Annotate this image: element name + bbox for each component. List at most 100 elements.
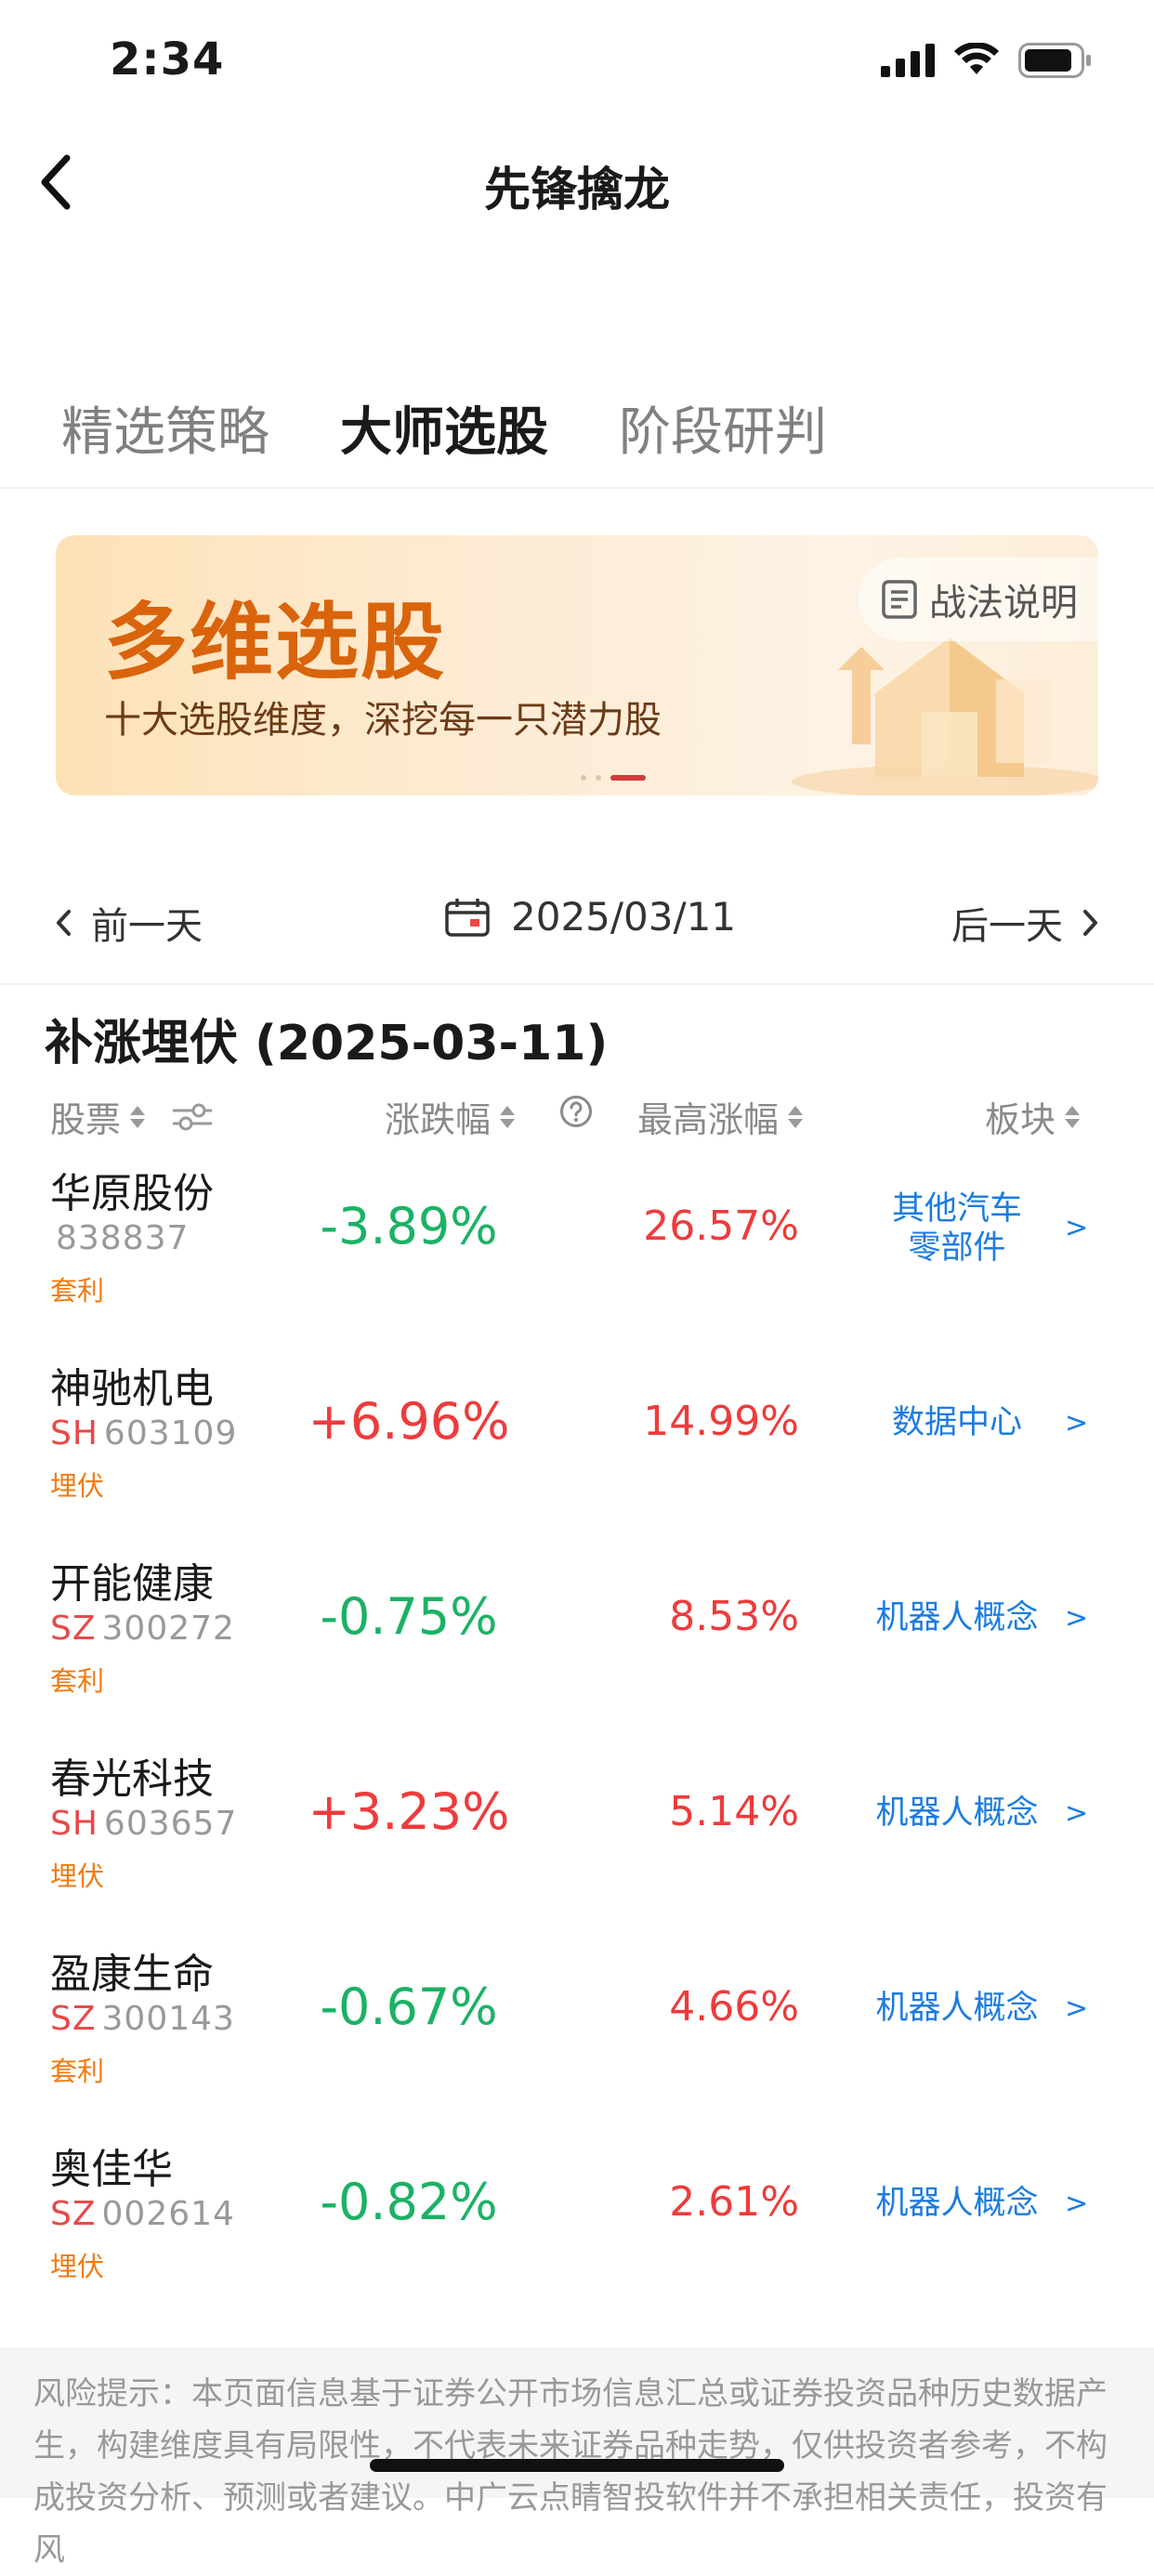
- exchange-label: SH: [50, 1805, 98, 1843]
- chevron-right-icon: >: [1065, 1602, 1089, 1635]
- sector-link[interactable]: 其他汽车 零部件: [846, 1189, 1069, 1268]
- table-row[interactable]: 春光科技 SH 603657 埋伏 +3.23% 5.14% 机器人概念 >: [0, 1745, 1154, 1940]
- strategy-tabs: 精选策略 大师选股 阶段研判: [61, 390, 827, 466]
- code-value: 300272: [101, 1610, 235, 1648]
- stock-code: SH 603109: [50, 1414, 237, 1452]
- header-change[interactable]: 涨跌幅: [385, 1091, 516, 1142]
- previous-day-label: 前一天: [91, 905, 203, 948]
- page-dot-active: [610, 775, 646, 781]
- stock-code: SZ 002614: [50, 2195, 235, 2233]
- header-sector-label: 板块: [985, 1099, 1056, 1140]
- max-gain-value: 4.66%: [669, 1983, 799, 2031]
- strategy-tag: 套利: [50, 1275, 105, 1307]
- sector-line: 机器人概念: [875, 1794, 1039, 1832]
- max-gain-value: 5.14%: [669, 1788, 799, 1835]
- table-row[interactable]: 盈康生命 SZ 300143 套利 -0.67% 4.66% 机器人概念 >: [0, 1940, 1154, 2136]
- date-divider: [0, 983, 1154, 985]
- status-icons: [881, 43, 1093, 78]
- tab-featured-strategy[interactable]: 精选策略: [61, 390, 269, 466]
- strategy-tag: 埋伏: [50, 1860, 105, 1892]
- header-max-gain-label: 最高涨幅: [637, 1099, 780, 1140]
- calendar-icon: [445, 898, 490, 937]
- chevron-right-icon: >: [1065, 1992, 1089, 2025]
- stock-code: SZ 300272: [50, 1610, 235, 1648]
- sector-line: 机器人概念: [875, 2185, 1039, 2222]
- page-dot: [581, 775, 586, 781]
- sector-line: 数据中心: [891, 1404, 1022, 1441]
- chevron-left-icon: [57, 910, 71, 936]
- exchange-label: SH: [50, 1414, 98, 1452]
- max-gain-value: 8.53%: [669, 1593, 799, 1640]
- next-day-label: 后一天: [951, 905, 1063, 948]
- sector-line: 机器人概念: [875, 1990, 1039, 2027]
- sort-icon: [130, 1105, 146, 1128]
- sector-line: 其他汽车: [891, 1190, 1022, 1228]
- previous-day-button[interactable]: 前一天: [54, 896, 203, 950]
- change-value: -0.82%: [320, 2173, 498, 2231]
- code-value: 838837: [56, 1219, 190, 1257]
- chevron-right-icon: >: [1065, 2188, 1089, 2220]
- change-value: -3.89%: [320, 1197, 498, 1255]
- help-circle-icon[interactable]: [559, 1095, 593, 1128]
- stock-name: 开能健康: [50, 1560, 214, 1608]
- home-indicator[interactable]: [370, 2459, 784, 2472]
- sector-link[interactable]: 数据中心: [846, 1403, 1069, 1442]
- sector-link[interactable]: 机器人概念: [846, 2184, 1069, 2223]
- strategy-help-label: 战法说明: [929, 582, 1078, 624]
- sector-link[interactable]: 机器人概念: [846, 1794, 1069, 1833]
- stock-name: 神驰机电: [50, 1365, 214, 1413]
- chevron-right-icon: >: [1065, 1797, 1089, 1830]
- tab-master-picks[interactable]: 大师选股: [340, 390, 548, 466]
- sector-line: 机器人概念: [875, 1599, 1039, 1636]
- banner-subtitle: 十大选股维度，深挖每一只潜力股: [104, 699, 662, 742]
- change-value: +6.96%: [308, 1392, 510, 1451]
- table-row[interactable]: 奥佳华 SZ 002614 埋伏 -0.82% 2.61% 机器人概念 >: [0, 2136, 1154, 2331]
- stock-name: 华原股份: [50, 1170, 214, 1217]
- promo-banner[interactable]: 多维选股 十大选股维度，深挖每一只潜力股 战法说明: [56, 535, 1098, 795]
- code-value: 603657: [103, 1805, 238, 1843]
- tab-stage-analysis[interactable]: 阶段研判: [619, 390, 827, 466]
- code-value: 300143: [101, 2000, 235, 2038]
- change-value: +3.23%: [308, 1782, 510, 1841]
- page-dot: [596, 775, 601, 781]
- banner-pagination: [581, 775, 646, 781]
- stock-code: SH 603657: [50, 1805, 237, 1843]
- chevron-right-icon: [1083, 910, 1097, 936]
- stock-name: 奥佳华: [50, 2146, 173, 2193]
- table-row[interactable]: 开能健康 SZ 300272 套利 -0.75% 8.53% 机器人概念 >: [0, 1550, 1154, 1745]
- strategy-tag: 套利: [50, 2056, 105, 2087]
- strategy-help-button[interactable]: 战法说明: [859, 558, 1098, 641]
- header-stock-label: 股票: [50, 1099, 122, 1140]
- section-title: 补涨埋伏 (2025-03-11): [45, 1016, 609, 1071]
- filter-icon[interactable]: [171, 1102, 214, 1132]
- table-row[interactable]: 华原股份 838837 套利 -3.89% 26.57% 其他汽车 零部件 >: [0, 1160, 1154, 1355]
- sector-link[interactable]: 机器人概念: [846, 1598, 1069, 1637]
- stock-name: 春光科技: [50, 1755, 214, 1803]
- sort-icon: [1065, 1105, 1081, 1128]
- table-row[interactable]: 神驰机电 SH 603109 埋伏 +6.96% 14.99% 数据中心 >: [0, 1355, 1154, 1550]
- strategy-tag: 套利: [50, 1665, 105, 1697]
- header-max-gain[interactable]: 最高涨幅: [637, 1091, 804, 1142]
- next-day-button[interactable]: 后一天: [951, 896, 1100, 950]
- sort-icon: [788, 1105, 804, 1128]
- document-icon: [882, 580, 917, 619]
- chevron-right-icon: >: [1065, 1407, 1089, 1439]
- exchange-label: SZ: [50, 1610, 97, 1648]
- strategy-tag: 埋伏: [50, 2251, 105, 2282]
- exchange-label: SZ: [50, 2195, 97, 2233]
- exchange-label: SZ: [50, 2000, 97, 2038]
- battery-icon: [1018, 43, 1091, 78]
- change-value: -0.75%: [320, 1587, 498, 1646]
- sort-icon: [500, 1105, 516, 1128]
- stock-code: SZ 300143: [50, 2000, 235, 2038]
- sector-link[interactable]: 机器人概念: [846, 1989, 1069, 2028]
- risk-notice: 风险提示：本页面信息基于证券公开市场信息汇总或证券投资品种历史数据产生，构建维度…: [0, 2347, 1154, 2569]
- stock-code: 838837: [50, 1219, 189, 1257]
- code-value: 603109: [103, 1414, 238, 1452]
- current-date: 2025/03/11: [511, 894, 737, 940]
- stock-name: 盈康生命: [50, 1951, 214, 1998]
- header-stock[interactable]: 股票: [50, 1091, 214, 1142]
- strategy-tag: 埋伏: [50, 1470, 105, 1502]
- header-sector[interactable]: 板块: [985, 1091, 1081, 1142]
- date-picker[interactable]: 2025/03/11: [444, 894, 736, 940]
